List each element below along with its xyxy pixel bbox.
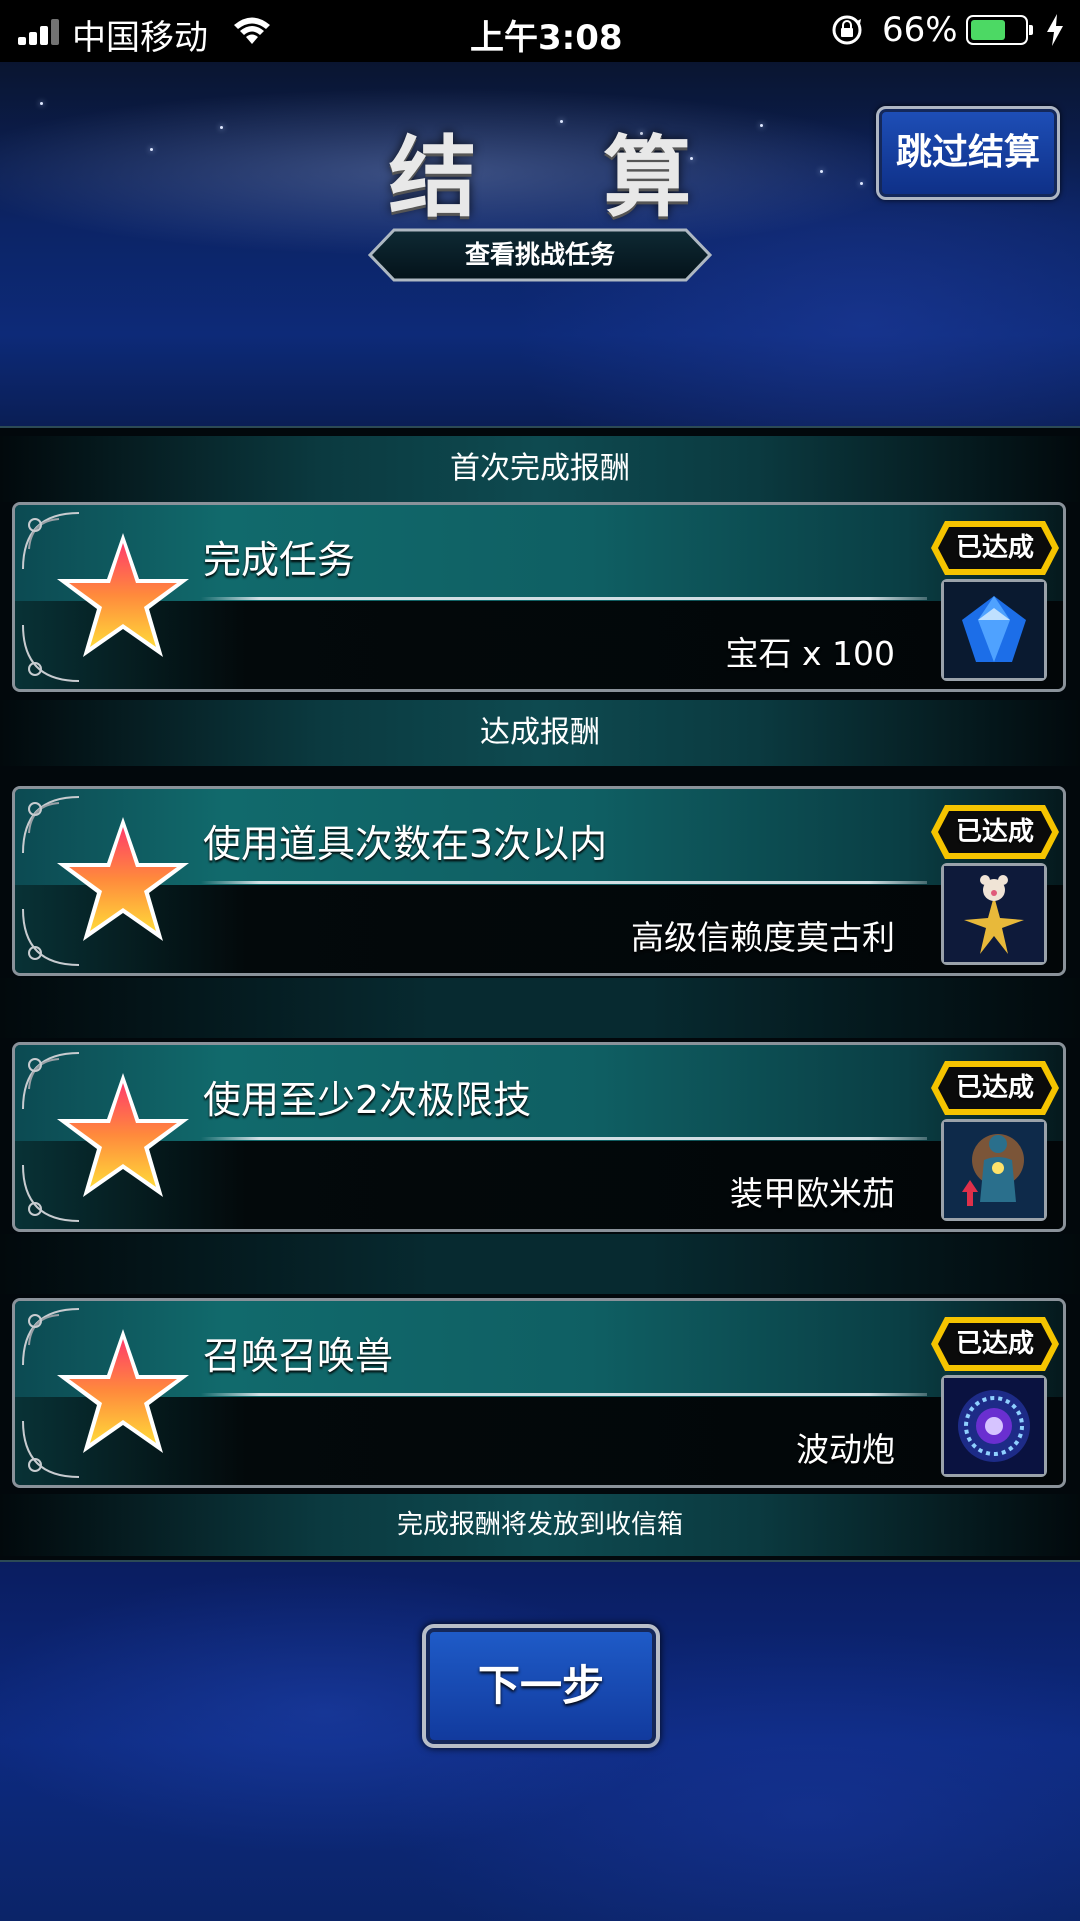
results-screen: 中国移动 上午3:08 66% 结 算 跳过结算 查看挑战任务 首次完成报酬 完…	[0, 0, 1080, 1921]
mission-title: 召唤召唤兽	[203, 1334, 394, 1378]
achieved-label: 已达成	[955, 817, 1034, 847]
rewards-panel: 首次完成报酬 完成任务 宝石 x 100 已达成 达成报酬 使用道具次数在3次以…	[0, 426, 1080, 1562]
view-challenges-tab[interactable]: 查看挑战任务	[368, 228, 712, 282]
battery-icon	[966, 15, 1033, 45]
mailbox-note: 完成报酬将发放到收信箱	[0, 1494, 1080, 1556]
achievement-heading: 达成报酬	[0, 700, 1080, 766]
wifi-icon	[234, 17, 270, 44]
mission-card: 完成任务 宝石 x 100 已达成	[12, 502, 1066, 692]
view-challenges-label: 查看挑战任务	[464, 240, 615, 269]
wave-cannon-icon	[944, 1378, 1044, 1474]
reward-item-slot[interactable]	[941, 1119, 1047, 1221]
mission-reward: 装甲欧米茄	[730, 1174, 895, 1213]
carrier-label: 中国移动	[72, 18, 208, 58]
mission-card: 使用道具次数在3次以内 高级信赖度莫古利 已达成	[12, 786, 1066, 976]
first-clear-heading: 首次完成报酬	[0, 436, 1080, 502]
achieved-label: 已达成	[955, 1073, 1034, 1103]
mission-title: 使用道具次数在3次以内	[203, 822, 608, 866]
gem-icon	[944, 582, 1044, 678]
status-bar: 中国移动 上午3:08 66%	[0, 0, 1080, 62]
battery-percent: 66%	[882, 10, 958, 50]
clock: 上午3:08	[470, 18, 623, 58]
mission-reward: 宝石 x 100	[725, 634, 896, 673]
mission-title: 完成任务	[203, 538, 356, 582]
header: 结 算 跳过结算 查看挑战任务	[0, 62, 1080, 426]
achieved-badge: 已达成	[929, 803, 1061, 861]
reward-item-slot[interactable]	[941, 579, 1047, 681]
achieved-badge: 已达成	[929, 1059, 1061, 1117]
charging-icon	[1047, 14, 1063, 46]
spacer	[0, 978, 1080, 1038]
achieved-badge: 已达成	[929, 519, 1061, 577]
rotation-lock-icon	[832, 15, 862, 45]
reward-item-slot[interactable]	[941, 863, 1047, 965]
mission-title: 使用至少2次极限技	[203, 1078, 532, 1122]
mission-card: 召唤召唤兽 波动炮 已达成	[12, 1298, 1066, 1488]
spacer	[0, 1234, 1080, 1294]
signal-icon	[18, 19, 64, 45]
reward-item-slot[interactable]	[941, 1375, 1047, 1477]
skip-results-button[interactable]: 跳过结算	[876, 106, 1060, 200]
star-icon	[57, 1073, 189, 1197]
armor-boost-icon	[944, 1122, 1044, 1218]
achieved-badge: 已达成	[929, 1315, 1061, 1373]
moogle-star-icon	[944, 866, 1044, 962]
achieved-label: 已达成	[955, 1329, 1034, 1359]
next-button[interactable]: 下一步	[422, 1624, 660, 1748]
mission-reward: 高级信赖度莫古利	[631, 918, 895, 957]
star-icon	[57, 817, 189, 941]
mission-reward: 波动炮	[796, 1430, 895, 1469]
mission-card: 使用至少2次极限技 装甲欧米茄 已达成	[12, 1042, 1066, 1232]
achieved-label: 已达成	[955, 533, 1034, 563]
star-icon	[57, 533, 189, 657]
star-icon	[57, 1329, 189, 1453]
bottom-area: 下一步	[0, 1562, 1080, 1921]
